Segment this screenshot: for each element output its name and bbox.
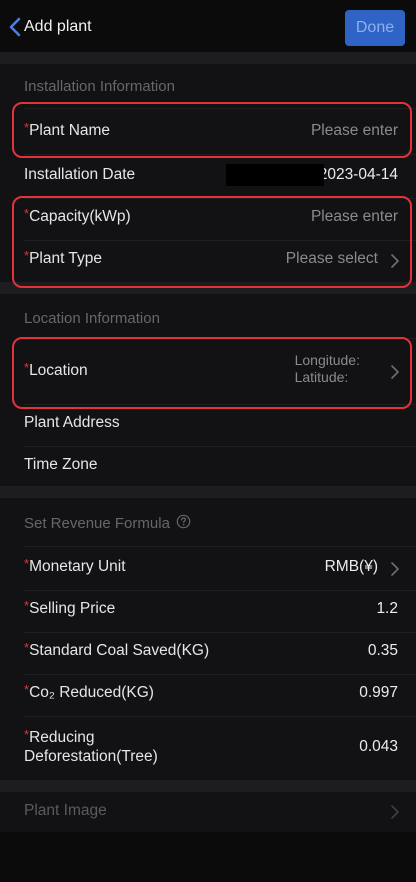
co2-reduced-input[interactable]: 0.997 — [359, 684, 398, 702]
plant-image-row[interactable]: Plant Image — [0, 792, 416, 832]
separator-band — [0, 52, 416, 64]
separator-band — [0, 780, 416, 792]
done-button[interactable]: Done — [345, 10, 405, 46]
required-marker: * — [24, 556, 30, 571]
highlight-location — [12, 337, 412, 409]
monetary-unit-select[interactable]: RMB(¥) — [325, 558, 378, 576]
chevron-right-icon — [390, 561, 400, 577]
separator-band — [0, 486, 416, 498]
installation-section-title: Installation Information — [24, 78, 175, 95]
redaction-block — [226, 164, 324, 186]
co2-reduced-label: *Co₂ Reduced(KG) — [24, 682, 154, 701]
revenue-section: Set Revenue Formula *Monetary Unit RMB(¥… — [0, 498, 416, 780]
plant-image-label: Plant Image — [24, 802, 107, 819]
plant-address-row[interactable]: Plant Address — [0, 404, 416, 446]
installation-date-row[interactable]: Installation Date 2023-04-14 — [0, 154, 416, 198]
nav-bar: Add plant Done — [0, 0, 416, 52]
plant-image-section: Plant Image — [0, 792, 416, 832]
plant-address-label: Plant Address — [24, 414, 120, 431]
installation-date-value[interactable]: 2023-04-14 — [319, 166, 398, 184]
monetary-unit-label: *Monetary Unit — [24, 556, 126, 575]
deforestation-input[interactable]: 0.043 — [359, 738, 398, 756]
monetary-unit-row[interactable]: *Monetary Unit RMB(¥) — [0, 548, 416, 590]
chevron-left-icon — [8, 17, 22, 37]
question-circle-icon[interactable] — [176, 514, 191, 533]
selling-price-input[interactable]: 1.2 — [376, 600, 398, 618]
highlight-plant-name — [12, 102, 412, 158]
location-section-title: Location Information — [24, 310, 160, 327]
required-marker: * — [24, 682, 30, 697]
revenue-section-title: Set Revenue Formula — [24, 514, 191, 533]
back-button[interactable]: Add plant — [8, 15, 92, 39]
deforestation-label: *Reducing Deforestation(Tree) — [24, 727, 158, 765]
time-zone-label: Time Zone — [24, 456, 98, 473]
page-title: Add plant — [24, 18, 92, 35]
required-marker: * — [24, 598, 30, 613]
selling-price-row[interactable]: *Selling Price 1.2 — [0, 590, 416, 632]
selling-price-label: *Selling Price — [24, 598, 116, 617]
co2-reduced-row[interactable]: *Co₂ Reduced(KG) 0.997 — [0, 674, 416, 716]
coal-saved-input[interactable]: 0.35 — [368, 642, 398, 660]
installation-date-label: Installation Date — [24, 166, 136, 183]
highlight-capacity-type — [12, 196, 412, 288]
chevron-right-icon — [390, 804, 400, 820]
required-marker: * — [24, 640, 30, 655]
time-zone-row[interactable]: Time Zone — [0, 446, 416, 486]
required-marker: * — [24, 727, 30, 742]
deforestation-row[interactable]: *Reducing Deforestation(Tree) 0.043 — [0, 716, 416, 780]
coal-saved-row[interactable]: *Standard Coal Saved(KG) 0.35 — [0, 632, 416, 674]
divider — [24, 546, 416, 547]
coal-saved-label: *Standard Coal Saved(KG) — [24, 640, 210, 659]
